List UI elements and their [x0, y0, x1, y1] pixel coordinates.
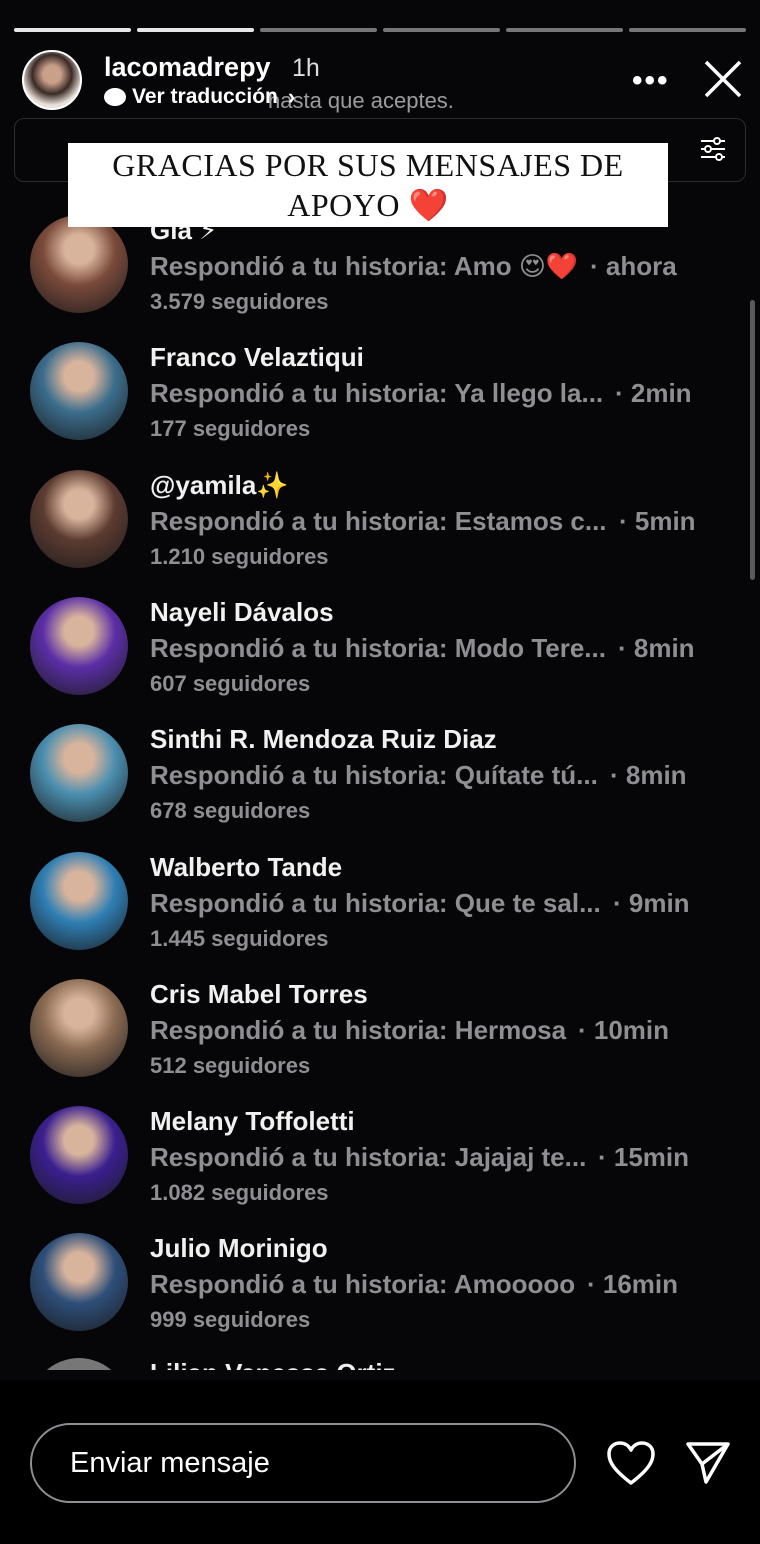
partial-row-name: Lilian Vanessa Ortiz	[150, 1358, 396, 1370]
caption-line-2: APOYO ❤️	[68, 185, 668, 225]
story-author-avatar[interactable]	[22, 50, 82, 110]
reply-time: · 9min	[613, 888, 690, 918]
reply-row[interactable]: Walberto Tande Respondió a tu historia: Q…	[0, 852, 760, 980]
reply-time: · 2min	[615, 378, 692, 408]
user-avatar[interactable]	[30, 215, 128, 313]
reply-username[interactable]: Sinthi R. Mendoza Ruiz Diaz	[150, 724, 497, 755]
reply-time: · 10min	[578, 1015, 670, 1045]
filter-sliders-icon[interactable]	[697, 133, 729, 165]
reply-time: · 5min	[619, 506, 696, 536]
story-footer	[0, 1380, 760, 1544]
follower-count: 607 seguidores	[150, 671, 311, 696]
reply-preview: Respondió a tu historia: Amo 😍❤️	[150, 251, 579, 281]
reply-row[interactable]: Cris Mabel Torres Respondió a tu historia…	[0, 979, 760, 1107]
story-overlay-text: hasta que aceptes.	[268, 88, 454, 113]
reply-row[interactable]: Nayeli Dávalos Respondió a tu historia: M…	[0, 597, 760, 725]
reply-username[interactable]: Nayeli Dávalos	[150, 597, 334, 628]
reply-row[interactable]: Gia ⚡ Respondió a tu historia: Amo 😍❤️ · a…	[0, 215, 760, 343]
red-heart-emoji: ❤️	[408, 187, 449, 223]
follower-count: 1.210 seguidores	[150, 544, 329, 569]
reply-preview: Respondió a tu historia: Amooooo	[150, 1269, 576, 1299]
reply-row[interactable]: Julio Morinigo Respondió a tu historia: A…	[0, 1233, 760, 1361]
partial-row-avatar	[30, 1358, 128, 1370]
progress-segment	[629, 28, 746, 32]
reply-time: · 15min	[598, 1142, 690, 1172]
user-avatar[interactable]	[30, 342, 128, 440]
follower-count: 177 seguidores	[150, 416, 311, 441]
progress-segment	[383, 28, 500, 32]
reply-row[interactable]: Franco Velaztiqui Respondió a tu historia…	[0, 342, 760, 470]
reply-preview: Respondió a tu historia: Jajajaj te...	[150, 1142, 587, 1172]
follower-count: 3.579 seguidores	[150, 289, 329, 314]
reply-username[interactable]: Melany Toffoletti	[150, 1106, 355, 1137]
user-avatar[interactable]	[30, 852, 128, 950]
reply-time: · 16min	[587, 1269, 679, 1299]
caption-text: APOYO	[287, 187, 400, 223]
send-icon[interactable]	[684, 1440, 732, 1486]
reply-row[interactable]: Melany Toffoletti Respondió a tu historia…	[0, 1106, 760, 1234]
reply-time: · ahora	[590, 251, 677, 281]
translate-bubble-icon	[104, 88, 126, 106]
progress-segment	[260, 28, 377, 32]
follower-count: 1.445 seguidores	[150, 926, 329, 951]
user-avatar[interactable]	[30, 1233, 128, 1331]
send-message-input[interactable]	[30, 1423, 576, 1503]
reply-preview: Respondió a tu historia: Estamos c...	[150, 506, 607, 536]
progress-segment	[506, 28, 623, 32]
user-avatar[interactable]	[30, 1106, 128, 1204]
translate-label: Ver traducción	[132, 85, 278, 108]
list-scrollbar[interactable]	[750, 300, 755, 580]
follower-count: 512 seguidores	[150, 1053, 311, 1078]
translate-link[interactable]: Ver traducción ›	[104, 84, 295, 110]
caption-line-1: GRACIAS POR SUS MENSAJES DE	[112, 147, 624, 183]
story-progress-bar	[14, 28, 746, 34]
reply-time: · 8min	[610, 760, 687, 790]
follower-count: 1.082 seguidores	[150, 1180, 329, 1205]
chevron-right-icon: ›	[287, 84, 296, 109]
more-options-icon[interactable]: •••	[632, 64, 670, 98]
follower-count: 999 seguidores	[150, 1307, 311, 1332]
reply-row[interactable]: @yamila✨ Respondió a tu historia: Estamos…	[0, 470, 760, 598]
story-caption: GRACIAS POR SUS MENSAJES DE APOYO ❤️	[68, 143, 668, 227]
reply-username[interactable]: Walberto Tande	[150, 852, 342, 883]
user-avatar[interactable]	[30, 597, 128, 695]
reply-preview: Respondió a tu historia: Hermosa	[150, 1015, 567, 1045]
story-username[interactable]: lacomadrepy	[104, 52, 271, 83]
reply-time: · 8min	[618, 633, 695, 663]
heart-icon[interactable]	[606, 1440, 656, 1486]
follower-count: 678 seguidores	[150, 798, 311, 823]
reply-username[interactable]: Franco Velaztiqui	[150, 342, 364, 373]
reply-username[interactable]: @yamila✨	[150, 470, 289, 501]
reply-username[interactable]: Julio Morinigo	[150, 1233, 328, 1264]
close-icon[interactable]	[702, 58, 744, 100]
progress-segment	[137, 28, 254, 32]
progress-segment	[14, 28, 131, 32]
user-avatar[interactable]	[30, 979, 128, 1077]
reply-preview: Respondió a tu historia: Ya llego la...	[150, 378, 604, 408]
story-header: lacomadrepy hasta que aceptes. 1h Ver tr…	[0, 44, 760, 114]
reply-preview: Respondió a tu historia: Modo Tere...	[150, 633, 606, 663]
user-avatar[interactable]	[30, 724, 128, 822]
reply-preview: Respondió a tu historia: Que te sal...	[150, 888, 601, 918]
reply-row[interactable]: Sinthi R. Mendoza Ruiz Diaz Respondió a t…	[0, 724, 760, 852]
reply-username[interactable]: Cris Mabel Torres	[150, 979, 368, 1010]
story-time-ago: 1h	[292, 54, 320, 82]
user-avatar[interactable]	[30, 470, 128, 568]
reply-preview: Respondió a tu historia: Quítate tú...	[150, 760, 598, 790]
